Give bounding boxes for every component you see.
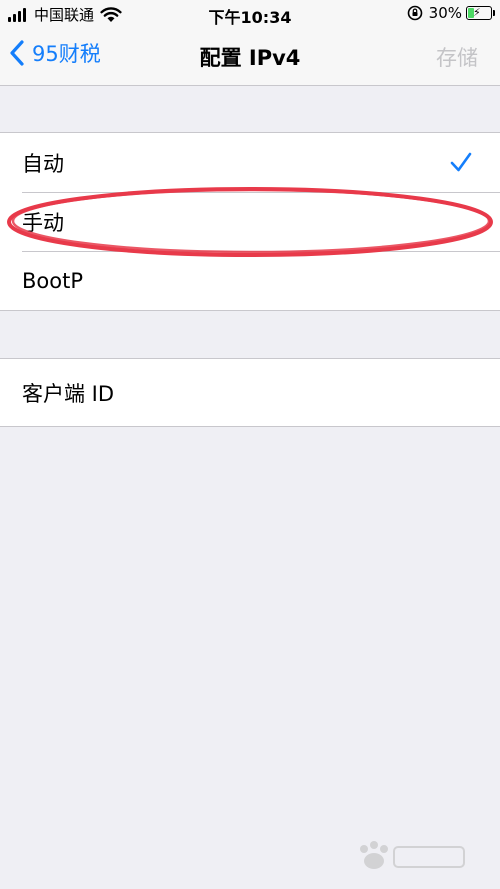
option-bootp[interactable]: BootP [0, 251, 500, 310]
client-id-row[interactable]: 客户端 ID [0, 359, 500, 426]
page-title: 配置 IPv4 [199, 46, 301, 70]
battery-percent: 30% [428, 4, 462, 22]
ipv4-options-group: 自动 手动 BootP [0, 132, 500, 311]
option-manual[interactable]: 手动 [0, 192, 500, 251]
watermark-logo [360, 841, 465, 869]
status-bar: 中国联通 下午10:34 30% ⚡ [0, 0, 500, 28]
option-label: BootP [22, 268, 84, 293]
client-id-group: 客户端 ID [0, 358, 500, 427]
option-label: 自动 [22, 151, 64, 176]
screen: 中国联通 下午10:34 30% ⚡ 95财税 配置 IPv4 存储 自动 手动… [0, 0, 500, 889]
status-right: 30% ⚡ [407, 4, 495, 22]
orientation-lock-icon [407, 5, 422, 21]
bolt-icon: ⚡ [473, 6, 481, 19]
nav-bar: 95财税 配置 IPv4 存储 [0, 28, 500, 86]
save-button[interactable]: 存储 [436, 42, 478, 72]
option-automatic[interactable]: 自动 [0, 133, 500, 192]
client-id-label: 客户端 ID [22, 381, 115, 406]
checkmark-icon [450, 152, 472, 172]
battery-charging-icon: ⚡ [466, 6, 495, 20]
option-label: 手动 [22, 210, 64, 235]
